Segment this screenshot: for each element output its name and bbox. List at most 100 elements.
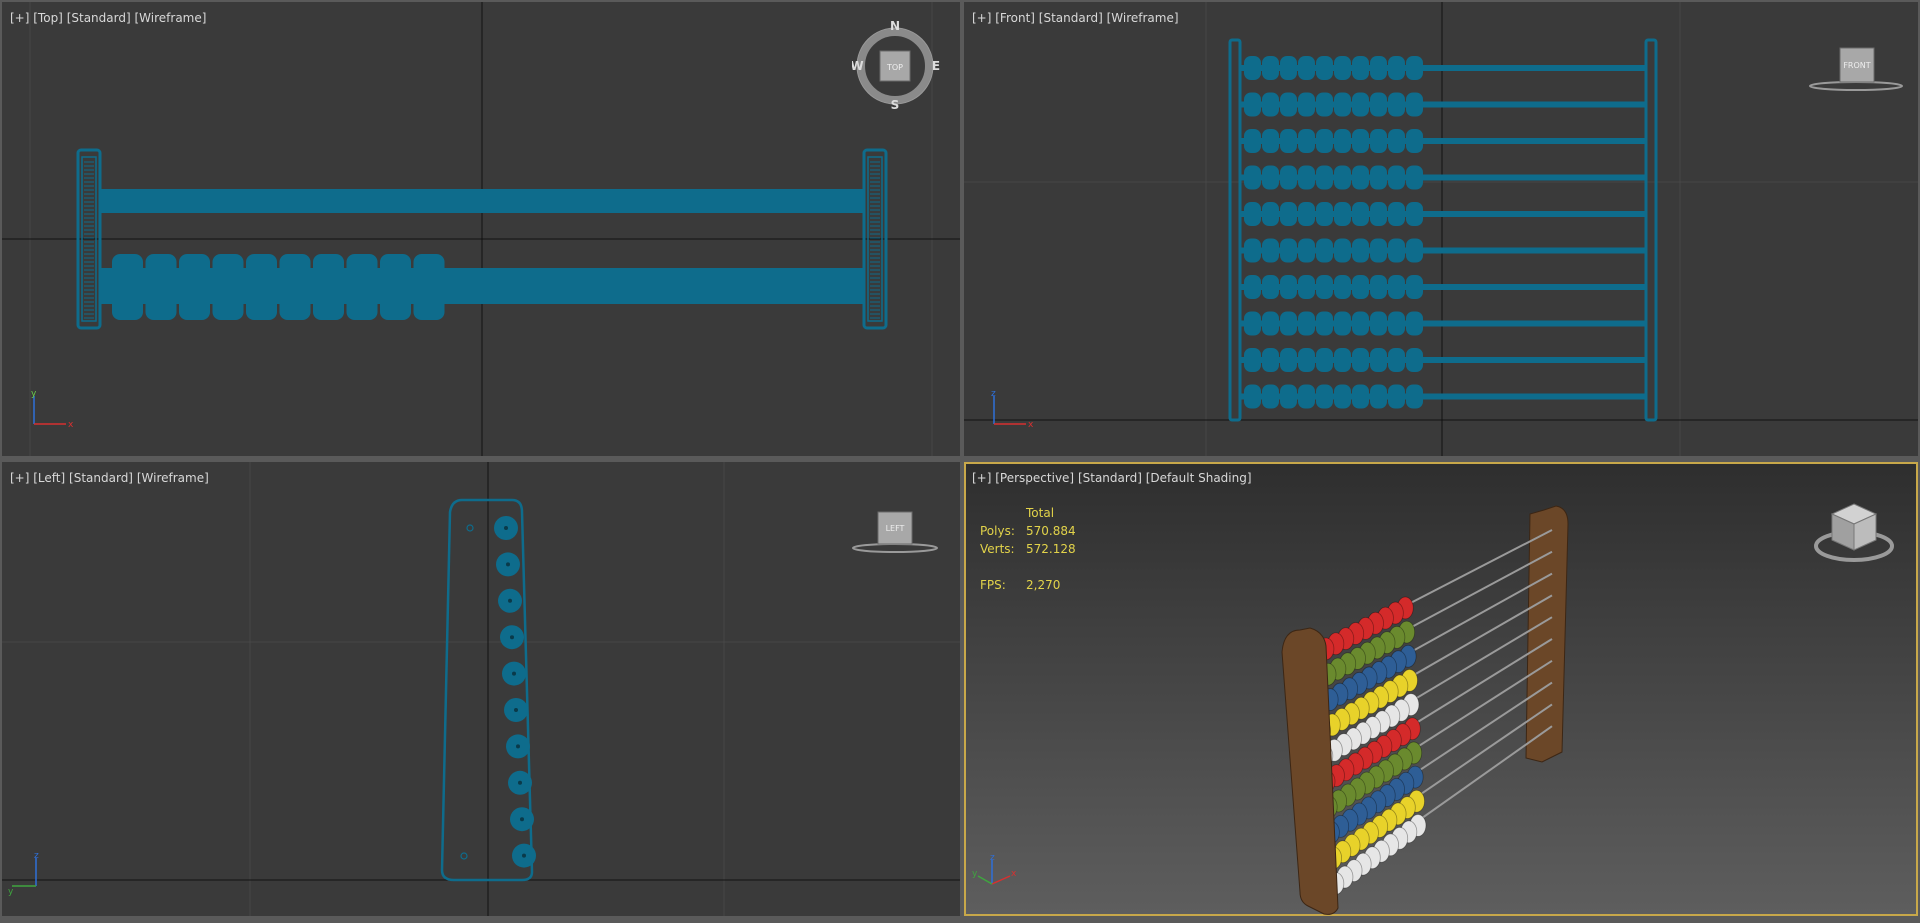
viewport-shading-label[interactable]: [Wireframe] (135, 11, 207, 25)
viewport-menu-button[interactable]: [+] (972, 471, 991, 485)
front-bead (1406, 348, 1423, 372)
front-bead (1316, 202, 1333, 226)
front-bead (1388, 239, 1405, 263)
front-bead (1280, 239, 1297, 263)
viewcube-face-label: FRONT (1843, 61, 1870, 70)
front-bead (1244, 312, 1261, 336)
compass-north: N (890, 20, 900, 33)
polys-label: Polys: (980, 522, 1026, 540)
front-bead (1370, 239, 1387, 263)
front-bead (1352, 56, 1369, 80)
front-bead (1298, 239, 1315, 263)
viewport-view-label[interactable]: [Front] (995, 11, 1035, 25)
front-bead (1334, 275, 1351, 299)
front-bead (1352, 348, 1369, 372)
axis-gizmo-top: y x (26, 388, 76, 432)
viewport-menu-button[interactable]: [+] (10, 11, 29, 25)
svg-text:y: y (8, 887, 14, 896)
front-view-scene (964, 2, 1918, 456)
front-bead (1280, 93, 1297, 117)
viewport-shading-label[interactable]: [Wireframe] (137, 471, 209, 485)
axis-gizmo-perspective: z x y (970, 846, 1020, 896)
front-bead (1406, 312, 1423, 336)
viewcube-perspective[interactable] (1812, 496, 1896, 570)
statistics-overlay: Total Polys:570.884 Verts:572.128 FPS:2,… (980, 504, 1076, 594)
front-bead (1244, 275, 1261, 299)
front-bead (1280, 275, 1297, 299)
front-bead (1244, 385, 1261, 409)
viewport-menu-button[interactable]: [+] (972, 11, 991, 25)
left-view-scene (2, 462, 960, 916)
front-bead (1334, 239, 1351, 263)
viewcube-front[interactable]: FRONT (1806, 44, 1906, 96)
front-bead (1370, 166, 1387, 190)
front-bead (1388, 385, 1405, 409)
front-bead (1298, 166, 1315, 190)
front-bead (1244, 129, 1261, 153)
top-bead (179, 254, 210, 320)
stats-header: Total (1026, 504, 1054, 522)
compass-east: E (932, 59, 940, 73)
front-bead (1262, 239, 1279, 263)
viewcube-face-label: TOP (886, 63, 903, 72)
front-bead (1316, 275, 1333, 299)
viewport-menu-button[interactable]: [+] (10, 471, 29, 485)
front-bead (1370, 312, 1387, 336)
viewport-view-label[interactable]: [Perspective] (995, 471, 1074, 485)
perspective-frame-back (1526, 506, 1568, 762)
front-bead (1370, 202, 1387, 226)
front-bead (1280, 312, 1297, 336)
front-bead (1370, 348, 1387, 372)
svg-text:x: x (1028, 420, 1034, 430)
front-bead (1298, 202, 1315, 226)
viewcube-top[interactable]: TOP N S E W (852, 20, 942, 112)
front-bead (1388, 56, 1405, 80)
front-bead (1316, 239, 1333, 263)
viewport-quality-label[interactable]: [Standard] (69, 471, 133, 485)
viewport-perspective[interactable]: [+] [Perspective] [Standard] [Default Sh… (964, 462, 1918, 916)
viewport-view-label[interactable]: [Left] (33, 471, 65, 485)
front-bead (1298, 129, 1315, 153)
front-bead (1352, 239, 1369, 263)
front-bead (1280, 202, 1297, 226)
front-post-right (1646, 40, 1656, 420)
viewport-quality-label[interactable]: [Standard] (67, 11, 131, 25)
viewport-left[interactable]: [+] [Left] [Standard] [Wireframe] LEFT z… (2, 462, 960, 916)
front-bead (1244, 239, 1261, 263)
verts-label: Verts: (980, 540, 1026, 558)
front-bead (1370, 385, 1387, 409)
front-bead (1406, 275, 1423, 299)
front-post-left (1230, 40, 1240, 420)
front-bead (1388, 166, 1405, 190)
front-bead (1244, 348, 1261, 372)
top-bead (347, 254, 378, 320)
viewcube-left[interactable]: LEFT (850, 508, 940, 558)
viewport-quality-label[interactable]: [Standard] (1039, 11, 1103, 25)
front-bead (1316, 348, 1333, 372)
front-bead (1352, 129, 1369, 153)
svg-text:x: x (1011, 869, 1017, 879)
viewport-view-label[interactable]: [Top] (33, 11, 63, 25)
viewport-top[interactable]: [+] [Top] [Standard] [Wireframe] TOP N S… (2, 2, 960, 456)
viewport-shading-label[interactable]: [Wireframe] (1107, 11, 1179, 25)
front-bead (1262, 348, 1279, 372)
front-bead-rows (1240, 56, 1646, 409)
front-bead (1370, 93, 1387, 117)
top-bead (414, 254, 445, 320)
front-bead (1244, 166, 1261, 190)
top-bead (380, 254, 411, 320)
front-bead (1388, 202, 1405, 226)
front-bead (1352, 275, 1369, 299)
front-bead (1388, 93, 1405, 117)
front-bead (1388, 312, 1405, 336)
viewport-label-perspective: [+] [Perspective] [Standard] [Default Sh… (972, 471, 1252, 485)
front-bead (1280, 166, 1297, 190)
viewport-front[interactable]: [+] [Front] [Standard] [Wireframe] FRONT… (964, 2, 1918, 456)
svg-text:y: y (31, 389, 37, 399)
viewport-quality-label[interactable]: [Standard] (1078, 471, 1142, 485)
compass-south: S (891, 98, 900, 112)
viewport-shading-label[interactable]: [Default Shading] (1146, 471, 1252, 485)
front-bead (1298, 385, 1315, 409)
front-bead (1262, 129, 1279, 153)
front-bead (1316, 166, 1333, 190)
